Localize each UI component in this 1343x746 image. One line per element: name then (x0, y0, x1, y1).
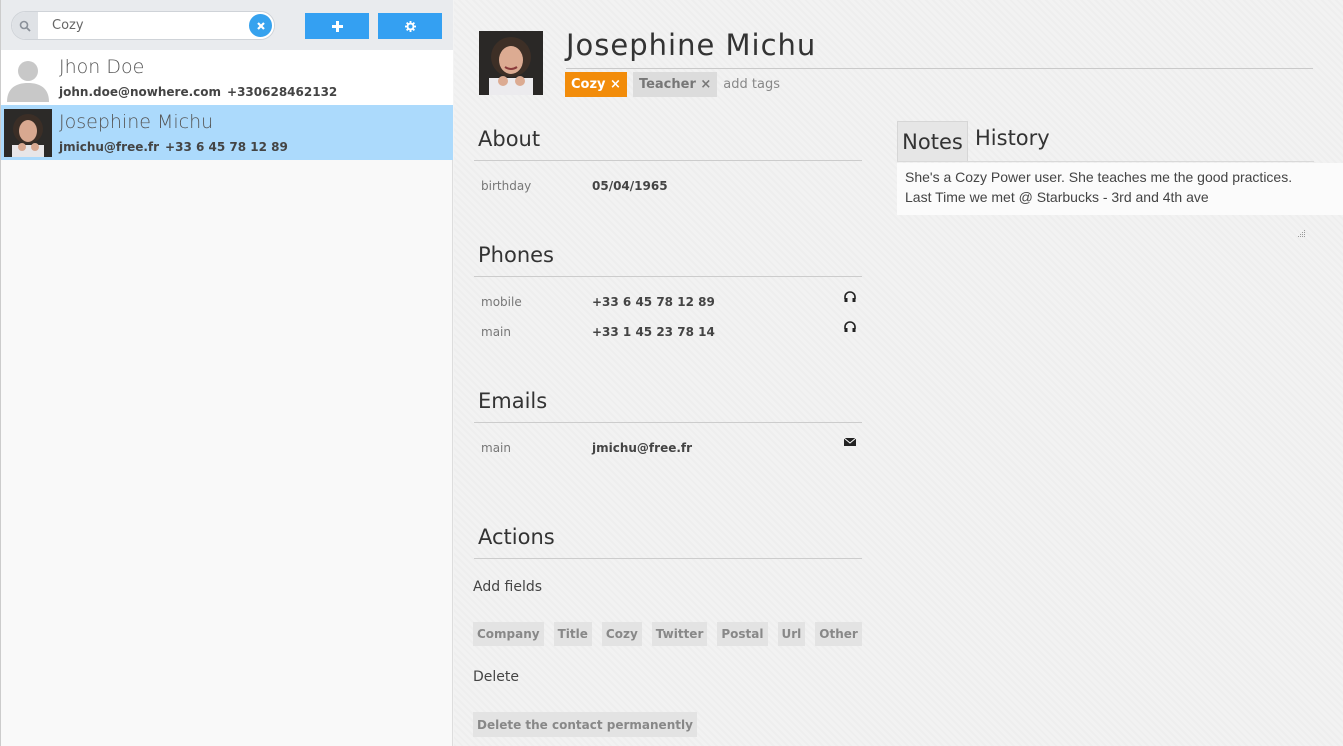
divider (566, 68, 1313, 69)
contact-email: john.doe@nowhere.com (59, 85, 222, 99)
email-main-label: main (481, 441, 511, 455)
add-field-buttons: Company Title Cozy Twitter Postal Url Ot… (473, 622, 872, 646)
resize-handle-icon[interactable] (1297, 229, 1306, 238)
add-company-button[interactable]: Company (473, 622, 544, 646)
gear-icon (404, 20, 416, 32)
close-icon (256, 21, 265, 30)
tag-cozy[interactable]: Cozy × (565, 72, 627, 97)
actions-title: Actions (478, 525, 555, 549)
add-other-button[interactable]: Other (815, 622, 862, 646)
emails-title: Emails (478, 389, 548, 413)
phones-title: Phones (478, 243, 554, 267)
divider (474, 160, 862, 161)
add-tags-input[interactable]: add tags (723, 77, 780, 92)
contact-phone: +33 6 45 78 12 89 (165, 140, 288, 154)
headphones-icon[interactable] (843, 320, 857, 334)
tag-teacher[interactable]: Teacher × (632, 72, 718, 97)
contact-detail-panel: Josephine Michu Cozy × Teacher × add tag… (454, 0, 1343, 746)
add-url-button[interactable]: Url (777, 622, 806, 646)
phone-main-label: main (481, 325, 511, 339)
search-icon (12, 12, 38, 39)
headphones-icon[interactable] (843, 290, 857, 304)
contact-email: jmichu@free.fr (59, 140, 160, 154)
divider (474, 276, 862, 277)
tab-notes[interactable]: Notes (897, 121, 968, 161)
delete-contact-button[interactable]: Delete the contact permanently (473, 712, 697, 737)
search-box[interactable] (11, 11, 275, 40)
notes-line: Last Time we met @ Starbucks - 3rd and 4… (905, 189, 1209, 205)
plus-icon (331, 20, 343, 32)
contact-list-panel: Jhon Doe john.doe@nowhere.com +3306284621… (0, 0, 453, 746)
contact-name: Jhon Doe (59, 56, 145, 78)
notes-line: She's a Cozy Power user. She teaches me … (905, 169, 1293, 185)
phone-mobile-label: mobile (481, 295, 522, 309)
contact-info: john.doe@nowhere.com +330628462132 (59, 85, 337, 99)
birthday-value[interactable]: 05/04/1965 (592, 179, 668, 193)
email-main-value[interactable]: jmichu@free.fr (592, 441, 692, 455)
add-title-button[interactable]: Title (553, 622, 592, 646)
divider (897, 161, 1314, 162)
about-title: About (478, 127, 541, 151)
contact-full-name[interactable]: Josephine Michu (566, 28, 816, 62)
divider (474, 422, 862, 423)
contact-info: jmichu@free.fr +33 6 45 78 12 89 (59, 140, 288, 154)
phone-mobile-value[interactable]: +33 6 45 78 12 89 (592, 295, 715, 309)
tags-list: Cozy × Teacher × add tags (565, 72, 780, 97)
add-twitter-button[interactable]: Twitter (651, 622, 708, 646)
add-postal-button[interactable]: Postal (717, 622, 768, 646)
divider (474, 558, 862, 559)
add-fields-label: Add fields (473, 579, 543, 595)
contact-name: Josephine Michu (59, 111, 214, 133)
contact-phone: +330628462132 (227, 85, 338, 99)
contact-photo[interactable] (479, 31, 543, 95)
search-input[interactable] (42, 14, 242, 37)
envelope-icon[interactable] (843, 435, 857, 449)
toolbar (1, 0, 453, 50)
notes-textarea[interactable]: She's a Cozy Power user. She teaches me … (897, 163, 1343, 215)
add-contact-button[interactable] (305, 13, 369, 39)
birthday-label: birthday (481, 179, 532, 193)
contact-item-jhon-doe[interactable]: Jhon Doe john.doe@nowhere.com +3306284621… (1, 50, 453, 105)
settings-button[interactable] (378, 13, 442, 39)
default-avatar-icon (4, 54, 52, 102)
avatar (4, 109, 52, 157)
delete-label: Delete (473, 669, 519, 685)
add-cozy-button[interactable]: Cozy (601, 622, 642, 646)
contact-item-josephine-michu[interactable]: Josephine Michu jmichu@free.fr +33 6 45 7… (1, 105, 453, 160)
phone-main-value[interactable]: +33 1 45 23 78 14 (592, 325, 715, 339)
clear-search-button[interactable] (247, 12, 274, 39)
tab-history[interactable]: History (975, 126, 1050, 150)
